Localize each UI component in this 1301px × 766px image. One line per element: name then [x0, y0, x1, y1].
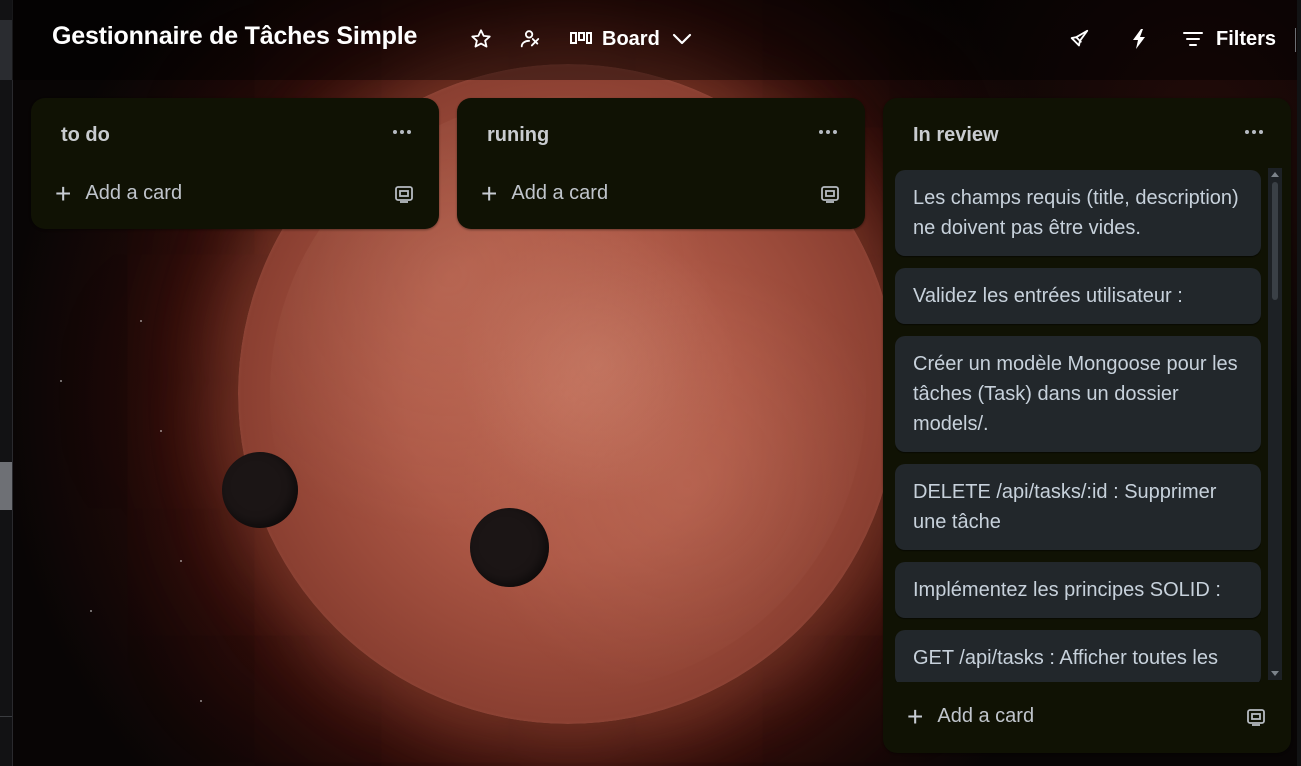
- list-title[interactable]: to do: [61, 124, 110, 147]
- card[interactable]: Les champs requis (title, description) n…: [895, 170, 1261, 256]
- scrollbar-thumb[interactable]: [1272, 182, 1278, 300]
- board-header: Gestionnaire de Tâches Simple Board Filt…: [12, 0, 1297, 80]
- star-board-button[interactable]: [468, 26, 494, 52]
- visibility-button[interactable]: [517, 26, 543, 52]
- planet-silhouette: [222, 452, 298, 528]
- header-divider: [1295, 28, 1296, 52]
- list-title[interactable]: runing: [487, 124, 549, 147]
- automation-button[interactable]: [1126, 26, 1152, 52]
- filter-icon: [1183, 32, 1203, 46]
- background-star: [90, 610, 92, 612]
- add-card-button[interactable]: + Add a card: [481, 177, 609, 209]
- add-card-button[interactable]: + Add a card: [907, 700, 1035, 732]
- card[interactable]: Créer un modèle Mongoose pour les tâches…: [895, 336, 1261, 452]
- add-card-label: Add a card: [937, 705, 1035, 727]
- board-view-icon: [570, 32, 592, 44]
- filters-label: Filters: [1216, 27, 1277, 50]
- create-from-template-button[interactable]: [393, 183, 415, 205]
- visibility-icon: [520, 30, 540, 48]
- board-title[interactable]: Gestionnaire de Tâches Simple: [52, 22, 417, 51]
- card-list: Les champs requis (title, description) n…: [895, 170, 1261, 682]
- background-star: [200, 700, 202, 702]
- list-menu-button[interactable]: [815, 120, 841, 144]
- add-card-button[interactable]: + Add a card: [55, 177, 183, 209]
- list-menu-button[interactable]: [389, 120, 415, 144]
- right-edge-panel: [1297, 0, 1301, 766]
- background-star: [160, 430, 162, 432]
- background-star: [140, 320, 142, 322]
- chevron-down-icon: [672, 33, 691, 45]
- template-icon: [1247, 709, 1265, 726]
- list-runing: runing + Add a card: [457, 98, 865, 229]
- left-edge-divider: [0, 716, 12, 717]
- plus-icon: +: [55, 177, 72, 209]
- view-label: Board: [602, 27, 660, 50]
- card-list-scrollbar[interactable]: [1268, 168, 1282, 680]
- plus-icon: +: [481, 177, 498, 209]
- board-view-switcher[interactable]: Board: [570, 24, 694, 54]
- plus-icon: +: [907, 700, 924, 732]
- template-icon: [395, 186, 413, 203]
- scroll-down-arrow-icon[interactable]: [1271, 671, 1279, 676]
- list-title[interactable]: In review: [913, 124, 999, 147]
- filters-button[interactable]: Filters: [1182, 24, 1276, 54]
- rocket-icon: [1070, 29, 1089, 47]
- background-star: [60, 380, 62, 382]
- add-card-label: Add a card: [511, 182, 609, 204]
- list-menu-button[interactable]: [1241, 120, 1267, 144]
- left-edge-tab[interactable]: [0, 20, 12, 80]
- left-edge-panel: [0, 0, 13, 766]
- create-from-template-button[interactable]: [1245, 706, 1267, 728]
- star-icon: [471, 29, 491, 48]
- background-star: [180, 560, 182, 562]
- card[interactable]: GET /api/tasks : Afficher toutes les: [895, 630, 1261, 682]
- list-to-do: to do + Add a card: [31, 98, 439, 229]
- bolt-icon: [1133, 29, 1145, 49]
- create-from-template-button[interactable]: [819, 183, 841, 205]
- list-in-review: In review Les champs requis (title, desc…: [883, 98, 1291, 753]
- card[interactable]: Validez les entrées utilisateur :: [895, 268, 1261, 324]
- add-card-label: Add a card: [85, 182, 183, 204]
- power-ups-button[interactable]: [1066, 26, 1092, 52]
- card[interactable]: DELETE /api/tasks/:id : Supprimer une tâ…: [895, 464, 1261, 550]
- card[interactable]: Implémentez les principes SOLID :: [895, 562, 1261, 618]
- scroll-up-arrow-icon[interactable]: [1271, 172, 1279, 177]
- planet-silhouette: [470, 508, 549, 587]
- left-edge-scroll-handle[interactable]: [0, 462, 12, 510]
- template-icon: [821, 186, 839, 203]
